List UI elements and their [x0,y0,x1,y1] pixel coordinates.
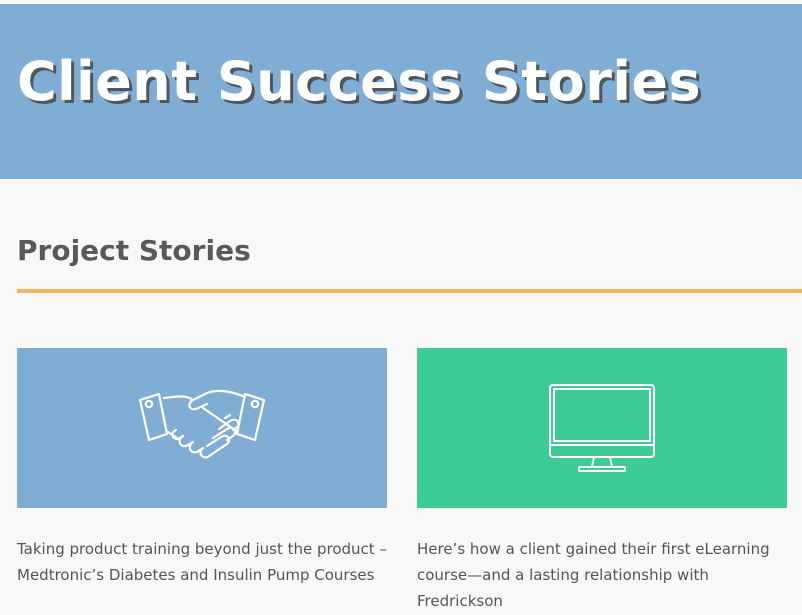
story-card-medtronic[interactable]: Taking product training beyond just the … [17,348,387,588]
story-link[interactable]: Taking product training beyond just the … [17,540,387,584]
monitor-icon [549,384,655,472]
story-card-image[interactable] [417,348,787,508]
section-title: Project Stories [17,234,251,267]
handshake-icon [138,389,266,459]
story-card-text[interactable]: Here’s how a client gained their first e… [417,536,787,614]
story-card-image[interactable] [17,348,387,508]
hero-banner: Client Success Stories [0,4,802,179]
story-card-text[interactable]: Taking product training beyond just the … [17,536,387,588]
story-card-elearning[interactable]: Here’s how a client gained their first e… [417,348,787,614]
section-divider [17,289,802,293]
story-link[interactable]: Here’s how a client gained their first e… [417,540,770,610]
page-title: Client Success Stories [17,50,702,113]
